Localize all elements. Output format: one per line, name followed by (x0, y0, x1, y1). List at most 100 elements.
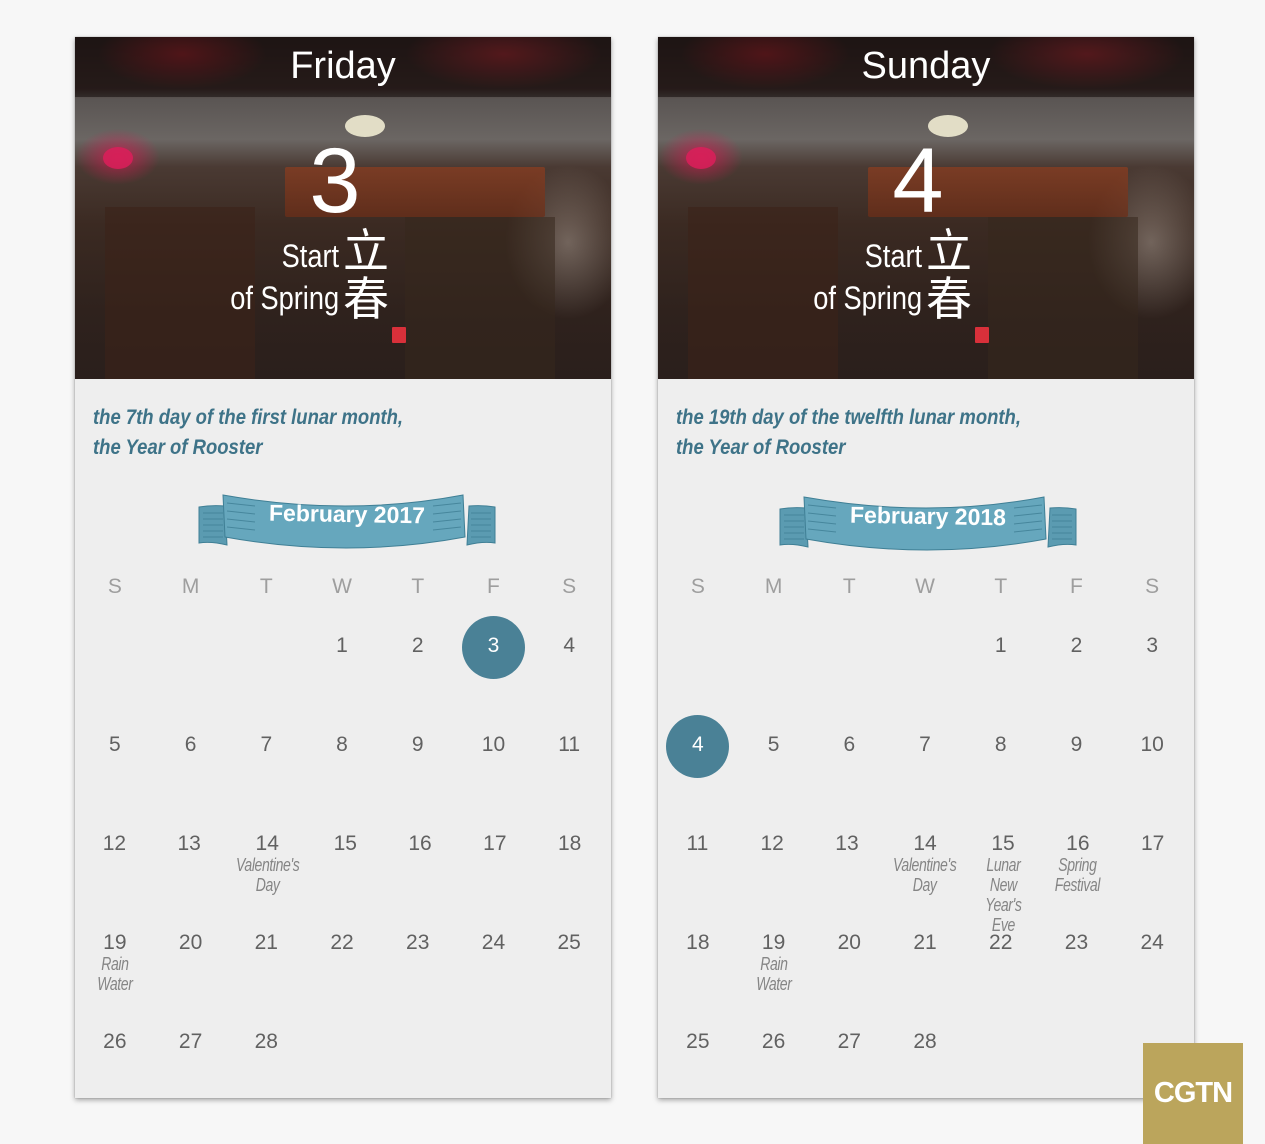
day-cell[interactable]: 16 (383, 805, 458, 904)
day-cell[interactable]: 14 Valentine's Day (884, 805, 965, 904)
day-cell[interactable]: 17 (457, 805, 532, 904)
day-cell[interactable]: 6 (811, 706, 887, 805)
day-number: 12 (102, 832, 127, 855)
day-cell[interactable]: 19 Rain Water (736, 904, 812, 1003)
calendar-week-row: 25 26 27 28 (660, 1003, 1190, 1098)
day-cell[interactable]: 28 (228, 1003, 304, 1098)
day-cell-empty (1039, 1003, 1115, 1098)
day-cell[interactable]: 28 (887, 1003, 963, 1098)
calendar-week-row: 19 Rain Water 20 21 22 23 24 25 (77, 904, 607, 1003)
day-cell[interactable]: 11 (660, 805, 735, 904)
day-cell[interactable]: 12 (735, 805, 810, 904)
calendar-week-row: 5 6 7 8 9 10 11 (77, 706, 607, 805)
day-cell[interactable]: 18 (660, 904, 736, 1003)
day-cell-empty (304, 1003, 380, 1098)
day-cell[interactable]: 26 (736, 1003, 812, 1098)
day-number: 15 (991, 832, 1015, 855)
day-cell-selected[interactable]: 4 (660, 706, 736, 805)
day-cell[interactable]: 11 (531, 706, 607, 805)
day-cell[interactable]: 26 (77, 1003, 153, 1098)
day-cell[interactable]: 21 (228, 904, 304, 1003)
day-cell[interactable]: 24 (456, 904, 532, 1003)
day-cell[interactable]: 6 (153, 706, 229, 805)
day-cell[interactable]: 8 (963, 706, 1039, 805)
day-cell[interactable]: 23 (380, 904, 456, 1003)
weekday-label: S (690, 575, 705, 598)
day-cell[interactable]: 18 (532, 805, 607, 904)
day-cell[interactable]: 17 (1115, 805, 1190, 904)
day-cell[interactable]: 25 (531, 904, 607, 1003)
day-cell[interactable]: 5 (77, 706, 153, 805)
solar-term-english: Start of Spring (230, 235, 339, 319)
day-number: 20 (837, 931, 861, 954)
day-number: 1 (994, 634, 1007, 657)
day-number: 21 (254, 931, 278, 954)
weekday-label: T (994, 575, 1008, 598)
day-cell[interactable]: 10 (456, 706, 532, 805)
solar-term-zh-line1: 立 (343, 224, 389, 278)
day-cell[interactable]: 9 (1039, 706, 1115, 805)
day-cell-empty (963, 1003, 1039, 1098)
day-cell-empty (380, 1003, 456, 1098)
day-cell[interactable]: 27 (153, 1003, 229, 1098)
day-cell[interactable]: 21 (887, 904, 963, 1003)
day-number: 10 (481, 733, 506, 756)
day-cell[interactable]: 20 (811, 904, 887, 1003)
day-number: 7 (260, 733, 273, 756)
day-number: 27 (178, 1030, 203, 1053)
solar-term-line1: Start (281, 238, 339, 274)
day-cell[interactable]: 7 (887, 706, 963, 805)
day-cell[interactable]: 3 (1114, 607, 1190, 706)
day-cell[interactable]: 2 (1039, 607, 1115, 706)
day-cell[interactable]: 12 (77, 805, 152, 904)
calendar-card-2018: Sunday 4 Start of Spring 立 春 the 19th da… (658, 37, 1194, 1098)
day-cell[interactable]: 16 Spring Festival (1040, 805, 1115, 904)
day-cell[interactable]: 25 (660, 1003, 736, 1098)
day-cell-empty (228, 607, 304, 706)
weekday-label: S (562, 575, 577, 598)
day-cell-selected[interactable]: 3 (456, 607, 532, 706)
weekday-label: S (1145, 575, 1160, 598)
day-cell[interactable]: 1 (963, 607, 1039, 706)
day-cell[interactable]: 4 (531, 607, 607, 706)
day-event-note: Valentine's Day (235, 855, 300, 895)
calendar-week-row: 11 12 13 14 Valentine's Day 15 Lunar New Year'… (660, 805, 1190, 935)
solar-term-chinese: 立 春 (926, 227, 986, 323)
day-cell[interactable]: 14 Valentine's Day (227, 805, 308, 904)
day-cell[interactable]: 13 (152, 805, 227, 904)
day-cell[interactable]: 13 (810, 805, 885, 904)
weekday-label: S (107, 575, 122, 598)
lunar-date: the 7th day of the first lunar month, th… (93, 403, 533, 463)
day-cell[interactable]: 10 (1114, 706, 1190, 805)
day-cell[interactable]: 15 Lunar New Year's Eve (966, 805, 1041, 935)
day-cell[interactable]: 27 (811, 1003, 887, 1098)
day-cell[interactable]: 23 (1039, 904, 1115, 1003)
day-cell[interactable]: 15 (308, 805, 383, 904)
day-cell[interactable]: 7 (228, 706, 304, 805)
day-cell[interactable]: 19 Rain Water (77, 904, 153, 1003)
day-cell-empty (811, 607, 887, 706)
day-number: 17 (1140, 832, 1165, 855)
day-cell[interactable]: 5 (736, 706, 812, 805)
day-number: 23 (406, 931, 430, 954)
day-cell[interactable]: 9 (380, 706, 456, 805)
calendar-week-row: 26 27 28 (77, 1003, 607, 1098)
weekday-label: T (842, 575, 856, 598)
date-number: 3 (309, 130, 361, 232)
hero-door-right (988, 217, 1138, 379)
solar-term-line2: of Spring (230, 280, 339, 316)
day-cell[interactable]: 24 (1114, 904, 1190, 1003)
day-cell[interactable]: 8 (304, 706, 380, 805)
day-cell-empty (77, 607, 153, 706)
day-number: 15 (333, 832, 357, 855)
day-cell-empty (531, 1003, 607, 1098)
solar-term-english: Start of Spring (813, 235, 922, 319)
calendar-week-row: 12 13 14 Valentine's Day 15 16 17 18 (77, 805, 607, 904)
date-number: 4 (892, 130, 944, 232)
day-cell[interactable]: 22 (304, 904, 380, 1003)
lunar-date-line2: the Year of Rooster (676, 436, 846, 459)
day-cell[interactable]: 2 (380, 607, 456, 706)
day-cell[interactable]: 20 (153, 904, 229, 1003)
day-cell[interactable]: 1 (304, 607, 380, 706)
day-cell[interactable]: 22 (963, 904, 1039, 1003)
